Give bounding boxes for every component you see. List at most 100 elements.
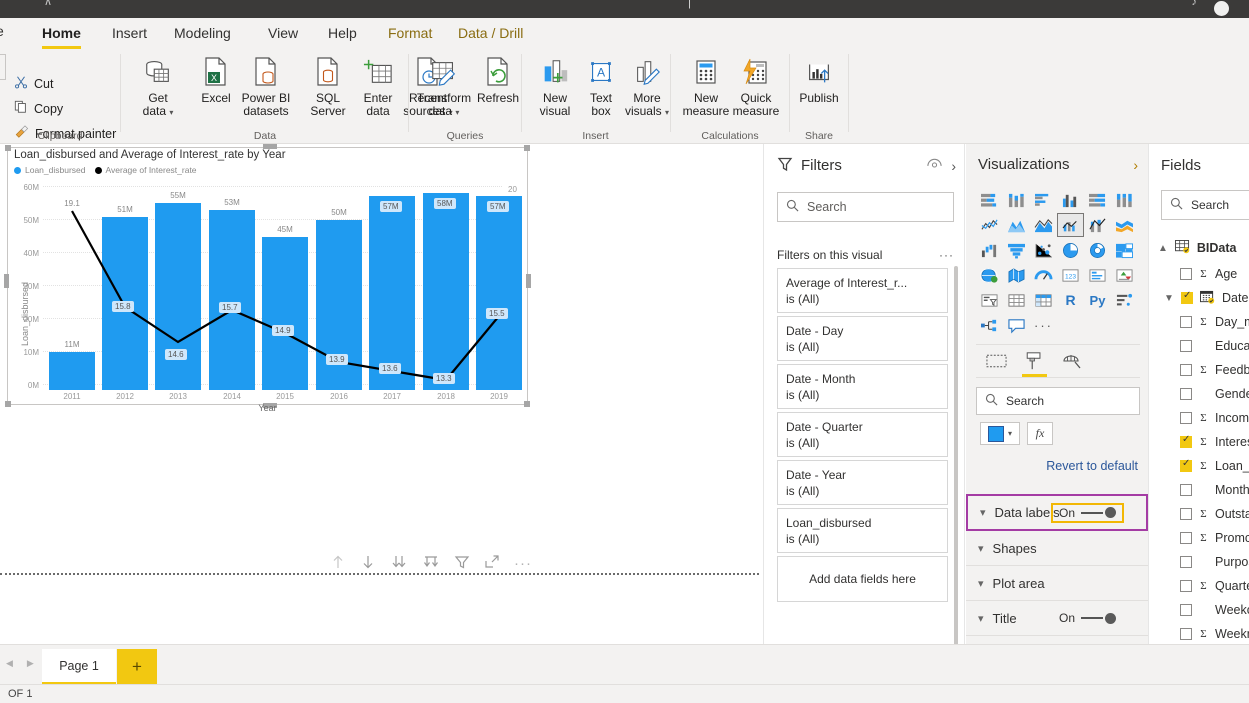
- line-chart-icon[interactable]: [976, 213, 1003, 237]
- more-visuals-icon[interactable]: ···: [1030, 313, 1057, 337]
- field-checkbox[interactable]: [1180, 604, 1192, 616]
- resize-handle-nw[interactable]: [5, 145, 11, 151]
- map-icon[interactable]: [976, 263, 1003, 287]
- qa-visual-icon[interactable]: [1003, 313, 1030, 337]
- quick-measure-button[interactable]: Quick measure: [724, 52, 788, 118]
- report-canvas[interactable]: Loan_disbursed and Average of Interest_r…: [0, 144, 764, 644]
- field-item-month[interactable]: Σ Month: [1150, 478, 1249, 502]
- publish-button[interactable]: Publish: [787, 52, 851, 105]
- get-data-button[interactable]: Get data ▾: [126, 52, 190, 119]
- decomposition-tree-icon[interactable]: [976, 313, 1003, 337]
- kpi-icon[interactable]: [1111, 263, 1138, 287]
- chevron-down-icon[interactable]: ▼: [1164, 293, 1174, 304]
- field-item-incom[interactable]: Σ Incom: [1150, 406, 1249, 430]
- card-icon[interactable]: 123: [1057, 263, 1084, 287]
- tab-data-drill[interactable]: Data / Drill: [452, 23, 529, 43]
- area-chart-icon[interactable]: [1003, 213, 1030, 237]
- field-checkbox[interactable]: [1180, 364, 1192, 376]
- previous-page-icon[interactable]: ◀: [6, 658, 13, 669]
- analytics-tab-icon[interactable]: [1062, 347, 1082, 375]
- stacked-area-chart-icon[interactable]: [1030, 213, 1057, 237]
- chevron-up-icon[interactable]: ▲: [1158, 243, 1168, 254]
- field-checkbox[interactable]: [1180, 460, 1192, 472]
- waterfall-chart-icon[interactable]: [976, 238, 1003, 262]
- field-item-age[interactable]: Σ Age: [1150, 262, 1249, 286]
- filter-card[interactable]: Date - Quarter is (All): [777, 412, 948, 457]
- field-checkbox[interactable]: [1180, 316, 1192, 328]
- 100-stacked-bar-chart-icon[interactable]: [1084, 188, 1111, 212]
- tab-format[interactable]: Format: [382, 23, 438, 43]
- revert-to-default-link[interactable]: Revert to default: [1046, 459, 1138, 473]
- field-checkbox[interactable]: [1180, 268, 1192, 280]
- clustered-bar-chart-icon[interactable]: [1030, 188, 1057, 212]
- color-picker-button[interactable]: ▾: [980, 422, 1020, 445]
- hide-filters-icon[interactable]: [926, 157, 943, 174]
- field-checkbox[interactable]: [1180, 580, 1192, 592]
- ribbon-chart-icon[interactable]: [1111, 213, 1138, 237]
- filter-card[interactable]: Date - Month is (All): [777, 364, 948, 409]
- title-toggle[interactable]: On: [1059, 611, 1116, 625]
- slicer-icon[interactable]: [976, 288, 1003, 312]
- format-row-shapes[interactable]: ▾ Shapes: [966, 531, 1148, 566]
- focus-mode-icon[interactable]: [484, 554, 500, 573]
- scatter-chart-icon[interactable]: [1030, 238, 1057, 262]
- filter-card[interactable]: Loan_disbursed is (All): [777, 508, 948, 553]
- field-item-feedb[interactable]: Σ Feedb: [1150, 358, 1249, 382]
- field-item-loan-c[interactable]: Σ Loan_c: [1150, 454, 1249, 478]
- paste-button[interactable]: [0, 54, 6, 80]
- field-checkbox[interactable]: [1180, 532, 1192, 544]
- field-item-day-m[interactable]: Σ Day_m: [1150, 310, 1249, 334]
- field-item-purpos[interactable]: Σ Purpos: [1150, 550, 1249, 574]
- field-item-weekr[interactable]: Σ Weekr: [1150, 622, 1249, 644]
- gauge-icon[interactable]: [1030, 263, 1057, 287]
- more-options-icon[interactable]: ···: [514, 559, 532, 569]
- field-checkbox[interactable]: [1180, 628, 1192, 640]
- format-row-plot-area[interactable]: ▾ Plot area: [966, 566, 1148, 601]
- multi-row-card-icon[interactable]: [1084, 263, 1111, 287]
- key-influencers-icon[interactable]: [1111, 288, 1138, 312]
- field-item-quarte[interactable]: Σ Quarte: [1150, 574, 1249, 598]
- filled-map-icon[interactable]: [1003, 263, 1030, 287]
- python-visual-icon[interactable]: Py: [1084, 288, 1111, 312]
- fields-search-input[interactable]: Search: [1161, 190, 1249, 220]
- line-and-stacked-column-chart-icon[interactable]: [1084, 213, 1111, 237]
- field-item-educa[interactable]: Σ Educa: [1150, 334, 1249, 358]
- filter-card[interactable]: Average of Interest_r... is (All): [777, 268, 948, 313]
- field-checkbox[interactable]: [1180, 484, 1192, 496]
- page-tab-page-1[interactable]: Page 1: [42, 649, 116, 685]
- expand-all-icon[interactable]: [422, 554, 440, 573]
- fields-tab-icon[interactable]: [986, 347, 1007, 375]
- field-checkbox[interactable]: [1180, 388, 1192, 400]
- stacked-bar-chart-icon[interactable]: [976, 188, 1003, 212]
- next-page-icon[interactable]: ▶: [27, 658, 34, 669]
- field-item-promc[interactable]: Σ Promc: [1150, 526, 1249, 550]
- data-labels-toggle[interactable]: On: [1051, 503, 1124, 523]
- stacked-column-chart-icon[interactable]: [1003, 188, 1030, 212]
- funnel-icon[interactable]: [1003, 238, 1030, 262]
- clustered-column-chart-icon[interactable]: [1057, 188, 1084, 212]
- field-checkbox[interactable]: [1181, 292, 1193, 304]
- drill-down-icon[interactable]: [360, 554, 376, 573]
- filters-scrollbar[interactable]: [954, 266, 958, 646]
- conditional-formatting-fx-button[interactable]: fx: [1027, 422, 1053, 445]
- line-and-clustered-column-chart-icon[interactable]: [1057, 213, 1084, 237]
- table-icon[interactable]: [1003, 288, 1030, 312]
- filters-search-input[interactable]: Search: [777, 192, 954, 222]
- format-search-input[interactable]: Search: [976, 387, 1140, 415]
- cut-button[interactable]: Cut: [14, 75, 53, 92]
- copy-button[interactable]: Copy: [14, 100, 63, 117]
- resize-handle-ne[interactable]: [524, 145, 530, 151]
- tab-modeling[interactable]: Modeling: [168, 23, 237, 43]
- tab-view[interactable]: View: [262, 23, 304, 43]
- filters-more-options-icon[interactable]: ···: [939, 248, 954, 262]
- fields-table-bidata[interactable]: ▲ BIData: [1150, 234, 1249, 262]
- r-script-visual-icon[interactable]: R: [1057, 288, 1084, 312]
- field-item-weekc[interactable]: Σ Weekc: [1150, 598, 1249, 622]
- field-checkbox[interactable]: [1180, 340, 1192, 352]
- tab-insert[interactable]: Insert: [106, 23, 153, 43]
- tab-help[interactable]: Help: [322, 23, 363, 43]
- drill-up-icon[interactable]: [330, 554, 346, 573]
- add-page-button[interactable]: +: [117, 649, 157, 685]
- field-item-interes[interactable]: Σ Interes: [1150, 430, 1249, 454]
- treemap-icon[interactable]: [1111, 238, 1138, 262]
